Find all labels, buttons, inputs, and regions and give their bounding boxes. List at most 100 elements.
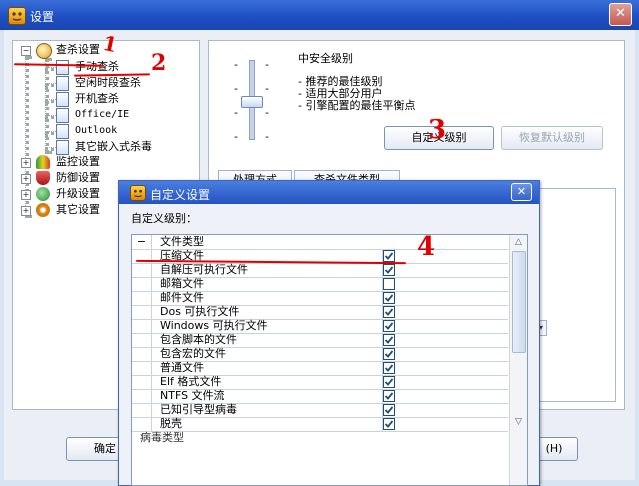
file-type-check-cell xyxy=(375,319,508,333)
file-type-checkbox[interactable] xyxy=(383,376,395,388)
tree-item-boot-scan[interactable]: 开机查杀 xyxy=(75,92,119,106)
dialog-close-button[interactable]: ✕ xyxy=(511,183,532,201)
grid-scrollbar[interactable]: △ ▽ xyxy=(509,235,527,485)
page-icon xyxy=(56,76,69,91)
annotation-number: 2 xyxy=(151,50,167,76)
tree-expand-toggle[interactable]: + xyxy=(21,174,31,184)
file-type-label: 普通文件 xyxy=(152,361,383,375)
tree-connector xyxy=(45,58,49,154)
row-indent-cell xyxy=(132,389,152,403)
slider-tick: - xyxy=(265,58,269,71)
tree-expand-toggle[interactable]: + xyxy=(21,190,31,200)
file-type-row: 包含脚本的文件 xyxy=(132,333,508,348)
slider-tick: - xyxy=(265,82,269,95)
dialog-title-bar[interactable]: 自定义设置 ✕ xyxy=(119,181,539,204)
file-type-label: Elf 格式文件 xyxy=(152,375,383,389)
collapse-icon: − xyxy=(136,235,147,248)
checkmark-icon xyxy=(384,391,394,401)
file-type-label: 邮件文件 xyxy=(152,291,383,305)
file-type-row: 普通文件 xyxy=(132,361,508,376)
row-indent-cell xyxy=(132,347,152,361)
checkmark-icon xyxy=(384,293,394,303)
row-indent-cell xyxy=(132,417,152,431)
file-type-check-cell xyxy=(375,389,508,403)
umbrella-icon xyxy=(36,155,50,169)
tree-item-update-settings[interactable]: 升级设置 xyxy=(56,187,100,201)
file-type-checkbox[interactable] xyxy=(383,390,395,402)
magnifier-icon xyxy=(36,43,52,59)
file-type-row: 自解压可执行文件 xyxy=(132,263,508,278)
file-type-label: 包含脚本的文件 xyxy=(152,333,383,347)
file-type-checkbox[interactable] xyxy=(383,320,395,332)
checkmark-icon xyxy=(384,307,394,317)
file-type-checkbox[interactable] xyxy=(383,348,395,360)
checkmark-icon xyxy=(384,335,394,345)
tree-expand-toggle[interactable]: + xyxy=(21,158,31,168)
file-type-label: 脱壳 xyxy=(152,417,383,431)
file-type-row: Dos 可执行文件 xyxy=(132,305,508,320)
security-level-slider-thumb[interactable] xyxy=(241,96,263,108)
file-type-checkbox[interactable] xyxy=(383,278,395,290)
scroll-up-icon[interactable]: △ xyxy=(511,235,526,250)
file-type-label: NTFS 文件流 xyxy=(152,389,383,403)
group-collapse-toggle[interactable]: − xyxy=(132,235,152,249)
page-icon xyxy=(56,140,69,155)
row-indent-cell xyxy=(132,277,152,291)
file-type-check-cell xyxy=(375,403,508,417)
file-type-label: 已知引导型病毒 xyxy=(152,403,383,417)
file-type-row: Elf 格式文件 xyxy=(132,375,508,390)
window-close-button[interactable]: ✕ xyxy=(609,3,632,26)
tree-item-defense-settings[interactable]: 防御设置 xyxy=(56,171,100,185)
tree-expand-toggle[interactable]: + xyxy=(21,206,31,216)
slider-tick: - xyxy=(265,106,269,119)
file-type-check-cell xyxy=(375,375,508,389)
row-indent-cell xyxy=(132,333,152,347)
file-type-checkbox[interactable] xyxy=(383,292,395,304)
dialog-title: 自定义设置 xyxy=(150,188,211,202)
checkmark-icon xyxy=(384,321,394,331)
file-type-check-cell xyxy=(375,291,508,305)
tree-item-other-settings[interactable]: 其它设置 xyxy=(56,203,100,217)
group-header-label: 病毒类型 xyxy=(140,431,184,444)
file-type-label: 包含宏的文件 xyxy=(152,347,383,361)
close-icon: ✕ xyxy=(516,185,527,198)
file-type-checkbox[interactable] xyxy=(383,264,395,276)
tree-item-monitor-settings[interactable]: 监控设置 xyxy=(56,155,100,169)
file-type-row: Windows 可执行文件 xyxy=(132,319,508,334)
file-type-checkbox[interactable] xyxy=(383,418,395,430)
slider-tick: - xyxy=(234,82,238,95)
file-type-check-cell xyxy=(375,249,508,263)
checkmark-icon xyxy=(384,405,394,415)
checkmark-icon xyxy=(384,363,394,373)
tree-item-embedded-scan[interactable]: 其它嵌入式杀毒 xyxy=(75,140,152,154)
tree-item-scan-settings[interactable]: 查杀设置 xyxy=(56,43,100,57)
annotation-number: 4 xyxy=(417,232,436,262)
file-type-label: 自解压可执行文件 xyxy=(152,263,383,277)
update-icon xyxy=(36,187,50,201)
file-type-checkbox[interactable] xyxy=(383,404,395,416)
tree-item-office-ie[interactable]: Office/IE xyxy=(75,108,129,122)
checkmark-icon xyxy=(384,251,394,261)
gear-icon xyxy=(36,203,50,217)
group-header-label: 文件类型 xyxy=(160,235,204,248)
tree-item-idle-scan[interactable]: 空闲时段查杀 xyxy=(75,76,141,90)
file-type-row: 已知引导型病毒 xyxy=(132,403,508,418)
app-icon xyxy=(130,185,146,201)
tree-item-manual-scan[interactable]: 手动查杀 xyxy=(75,60,119,74)
tree-item-outlook[interactable]: Outlook xyxy=(75,124,117,138)
row-indent-cell xyxy=(132,319,152,333)
scroll-thumb[interactable] xyxy=(512,251,526,353)
slider-tick: - xyxy=(265,130,269,143)
tree-collapse-toggle[interactable]: − xyxy=(21,46,31,56)
file-type-row: NTFS 文件流 xyxy=(132,389,508,404)
scroll-down-icon[interactable]: ▽ xyxy=(511,415,526,430)
file-type-checkbox[interactable] xyxy=(383,362,395,374)
file-type-checkbox[interactable] xyxy=(383,306,395,318)
file-type-check-cell xyxy=(375,361,508,375)
file-type-checkbox[interactable] xyxy=(383,334,395,346)
file-type-checkbox[interactable] xyxy=(383,250,395,262)
file-type-check-cell xyxy=(375,305,508,319)
restore-default-level-button[interactable]: 恢复默认级别 xyxy=(501,126,603,150)
row-indent-cell xyxy=(132,263,152,277)
window-title-bar[interactable]: 设置 ✕ xyxy=(0,0,639,30)
